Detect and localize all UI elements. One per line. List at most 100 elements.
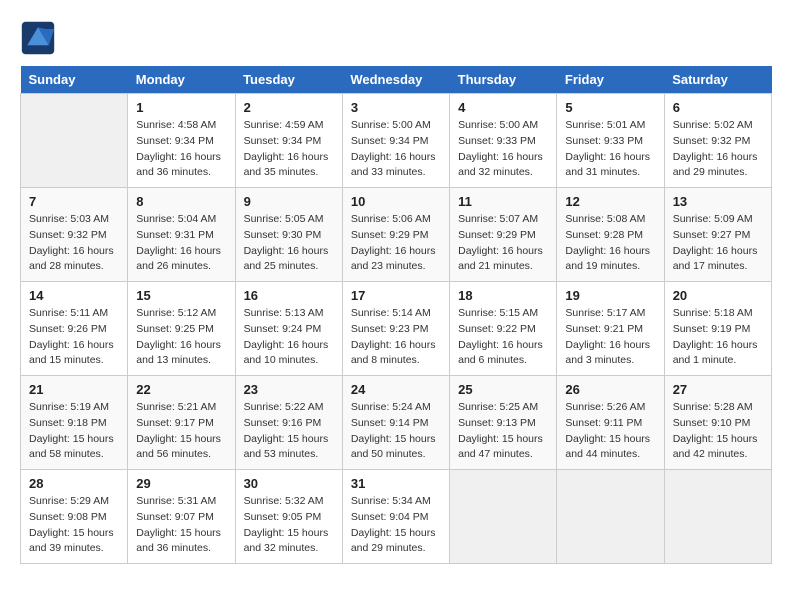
day-number: 23 (244, 382, 334, 397)
day-info: Sunrise: 5:17 AMSunset: 9:21 PMDaylight:… (565, 306, 655, 369)
day-cell: 5Sunrise: 5:01 AMSunset: 9:33 PMDaylight… (557, 94, 664, 188)
logo (20, 20, 60, 56)
day-number: 9 (244, 194, 334, 209)
day-number: 21 (29, 382, 119, 397)
day-cell: 20 Sunrise: 5:18 AMSunset: 9:19 PMDayligh… (664, 282, 771, 376)
header (20, 20, 772, 56)
day-cell: 7 Sunrise: 5:03 AMSunset: 9:32 PMDaylight… (21, 188, 128, 282)
day-number: 7 (29, 194, 119, 209)
day-cell: 19 Sunrise: 5:17 AMSunset: 9:21 PMDayligh… (557, 282, 664, 376)
day-cell: 15Sunrise: 5:12 AMSunset: 9:25 PMDayligh… (128, 282, 235, 376)
calendar-table: SundayMondayTuesdayWednesdayThursdayFrid… (20, 66, 772, 564)
day-info: Sunrise: 5:06 AMSunset: 9:29 PMDaylight:… (351, 212, 441, 275)
day-number: 8 (136, 194, 226, 209)
day-info: Sunrise: 5:24 AMSunset: 9:14 PMDaylight:… (351, 400, 441, 463)
week-row-5: 28Sunrise: 5:29 AMSunset: 9:08 PMDayligh… (21, 470, 772, 564)
day-number: 18 (458, 288, 548, 303)
day-info: Sunrise: 5:02 AMSunset: 9:32 PMDaylight:… (673, 118, 763, 181)
day-info: Sunrise: 5:01 AMSunset: 9:33 PMDaylight:… (565, 118, 655, 181)
day-cell: 4 Sunrise: 5:00 AMSunset: 9:33 PMDaylight… (450, 94, 557, 188)
day-number: 28 (29, 476, 119, 491)
day-info: Sunrise: 5:21 AMSunset: 9:17 PMDaylight:… (136, 400, 226, 463)
day-number: 16 (244, 288, 334, 303)
day-number: 17 (351, 288, 441, 303)
day-cell: 31 Sunrise: 5:34 AMSunset: 9:04 PMDayligh… (342, 470, 449, 564)
day-cell: 28Sunrise: 5:29 AMSunset: 9:08 PMDayligh… (21, 470, 128, 564)
day-info: Sunrise: 5:32 AMSunset: 9:05 PMDaylight:… (244, 494, 334, 557)
day-cell: 25 Sunrise: 5:25 AMSunset: 9:13 PMDayligh… (450, 376, 557, 470)
header-cell-tuesday: Tuesday (235, 66, 342, 94)
week-row-2: 7 Sunrise: 5:03 AMSunset: 9:32 PMDaylight… (21, 188, 772, 282)
header-cell-monday: Monday (128, 66, 235, 94)
header-cell-friday: Friday (557, 66, 664, 94)
header-cell-saturday: Saturday (664, 66, 771, 94)
day-cell: 18 Sunrise: 5:15 AMSunset: 9:22 PMDayligh… (450, 282, 557, 376)
day-cell (450, 470, 557, 564)
day-cell: 30 Sunrise: 5:32 AMSunset: 9:05 PMDayligh… (235, 470, 342, 564)
day-info: Sunrise: 5:18 AMSunset: 9:19 PMDaylight:… (673, 306, 763, 369)
day-number: 30 (244, 476, 334, 491)
day-info: Sunrise: 5:25 AMSunset: 9:13 PMDaylight:… (458, 400, 548, 463)
day-number: 12 (565, 194, 655, 209)
day-info: Sunrise: 5:09 AMSunset: 9:27 PMDaylight:… (673, 212, 763, 275)
day-number: 3 (351, 100, 441, 115)
day-cell: 8 Sunrise: 5:04 AMSunset: 9:31 PMDaylight… (128, 188, 235, 282)
day-cell (664, 470, 771, 564)
day-cell: 10 Sunrise: 5:06 AMSunset: 9:29 PMDayligh… (342, 188, 449, 282)
day-info: Sunrise: 5:08 AMSunset: 9:28 PMDaylight:… (565, 212, 655, 275)
day-number: 1 (136, 100, 226, 115)
day-number: 10 (351, 194, 441, 209)
day-cell: 16 Sunrise: 5:13 AMSunset: 9:24 PMDayligh… (235, 282, 342, 376)
day-cell: 13 Sunrise: 5:09 AMSunset: 9:27 PMDayligh… (664, 188, 771, 282)
header-cell-thursday: Thursday (450, 66, 557, 94)
day-number: 29 (136, 476, 226, 491)
day-cell: 6 Sunrise: 5:02 AMSunset: 9:32 PMDaylight… (664, 94, 771, 188)
day-info: Sunrise: 5:00 AMSunset: 9:33 PMDaylight:… (458, 118, 548, 181)
day-number: 24 (351, 382, 441, 397)
day-cell: 12 Sunrise: 5:08 AMSunset: 9:28 PMDayligh… (557, 188, 664, 282)
day-cell: 11Sunrise: 5:07 AMSunset: 9:29 PMDayligh… (450, 188, 557, 282)
week-row-4: 21Sunrise: 5:19 AMSunset: 9:18 PMDayligh… (21, 376, 772, 470)
day-number: 14 (29, 288, 119, 303)
day-info: Sunrise: 5:00 AMSunset: 9:34 PMDaylight:… (351, 118, 441, 181)
day-info: Sunrise: 5:28 AMSunset: 9:10 PMDaylight:… (673, 400, 763, 463)
day-number: 19 (565, 288, 655, 303)
day-cell: 2Sunrise: 4:59 AMSunset: 9:34 PMDaylight… (235, 94, 342, 188)
day-number: 13 (673, 194, 763, 209)
day-info: Sunrise: 5:14 AMSunset: 9:23 PMDaylight:… (351, 306, 441, 369)
day-number: 25 (458, 382, 548, 397)
day-info: Sunrise: 5:22 AMSunset: 9:16 PMDaylight:… (244, 400, 334, 463)
day-cell: 17 Sunrise: 5:14 AMSunset: 9:23 PMDayligh… (342, 282, 449, 376)
day-cell (21, 94, 128, 188)
day-info: Sunrise: 5:13 AMSunset: 9:24 PMDaylight:… (244, 306, 334, 369)
week-row-3: 14 Sunrise: 5:11 AMSunset: 9:26 PMDayligh… (21, 282, 772, 376)
header-row: SundayMondayTuesdayWednesdayThursdayFrid… (21, 66, 772, 94)
week-row-1: 1 Sunrise: 4:58 AMSunset: 9:34 PMDaylight… (21, 94, 772, 188)
day-info: Sunrise: 5:04 AMSunset: 9:31 PMDaylight:… (136, 212, 226, 275)
day-info: Sunrise: 5:15 AMSunset: 9:22 PMDaylight:… (458, 306, 548, 369)
day-cell: 27 Sunrise: 5:28 AMSunset: 9:10 PMDayligh… (664, 376, 771, 470)
day-number: 20 (673, 288, 763, 303)
day-info: Sunrise: 5:12 AMSunset: 9:25 PMDaylight:… (136, 306, 226, 369)
day-info: Sunrise: 5:31 AMSunset: 9:07 PMDaylight:… (136, 494, 226, 557)
day-cell: 29 Sunrise: 5:31 AMSunset: 9:07 PMDayligh… (128, 470, 235, 564)
day-cell (557, 470, 664, 564)
day-cell: 1 Sunrise: 4:58 AMSunset: 9:34 PMDaylight… (128, 94, 235, 188)
day-number: 4 (458, 100, 548, 115)
day-info: Sunrise: 5:05 AMSunset: 9:30 PMDaylight:… (244, 212, 334, 275)
day-number: 27 (673, 382, 763, 397)
day-cell: 3 Sunrise: 5:00 AMSunset: 9:34 PMDaylight… (342, 94, 449, 188)
day-info: Sunrise: 5:11 AMSunset: 9:26 PMDaylight:… (29, 306, 119, 369)
day-cell: 14 Sunrise: 5:11 AMSunset: 9:26 PMDayligh… (21, 282, 128, 376)
day-info: Sunrise: 4:58 AMSunset: 9:34 PMDaylight:… (136, 118, 226, 181)
day-number: 11 (458, 194, 548, 209)
day-cell: 9 Sunrise: 5:05 AMSunset: 9:30 PMDaylight… (235, 188, 342, 282)
header-cell-sunday: Sunday (21, 66, 128, 94)
day-number: 2 (244, 100, 334, 115)
logo-icon (20, 20, 56, 56)
day-info: Sunrise: 5:34 AMSunset: 9:04 PMDaylight:… (351, 494, 441, 557)
day-number: 22 (136, 382, 226, 397)
day-info: Sunrise: 5:03 AMSunset: 9:32 PMDaylight:… (29, 212, 119, 275)
day-number: 31 (351, 476, 441, 491)
day-number: 6 (673, 100, 763, 115)
